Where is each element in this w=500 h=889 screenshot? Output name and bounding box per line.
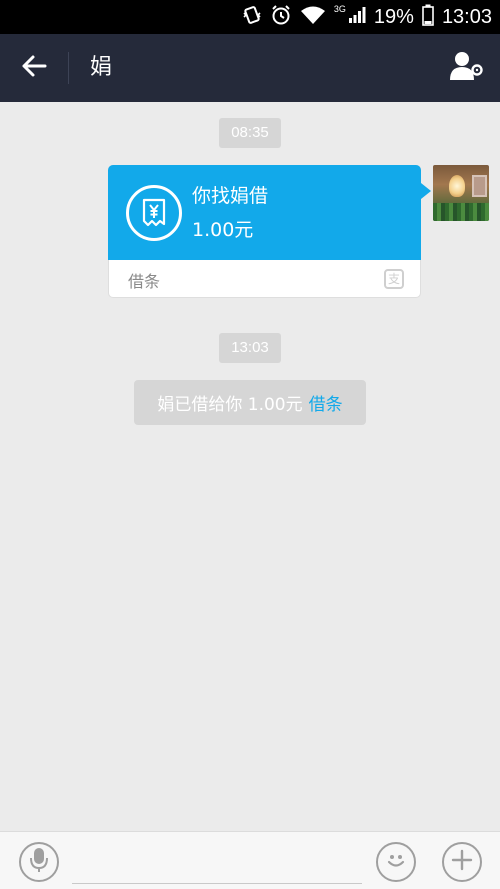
- system-message-text: 娟已借给你 1.00元: [157, 395, 303, 415]
- smiley-icon: [384, 848, 408, 876]
- alarm-icon: [270, 4, 292, 30]
- avatar-lamp: [449, 175, 465, 197]
- vibrate-icon: [242, 5, 262, 29]
- timestamp: 13:03: [219, 333, 281, 363]
- timestamp: 08:35: [219, 118, 281, 148]
- loan-card-title: 你找娟借: [192, 185, 269, 207]
- battery-icon: [422, 4, 434, 30]
- wifi-icon: [300, 5, 326, 29]
- chat-settings-button[interactable]: [446, 50, 486, 86]
- microphone-icon: [30, 847, 48, 877]
- bubble-arrow: [421, 183, 431, 199]
- loan-request-card[interactable]: 你找娟借 1.00元 借条 支: [108, 165, 431, 298]
- chat-title: 娟: [90, 55, 113, 80]
- status-time: 13:03: [441, 5, 492, 28]
- header-divider: [68, 52, 69, 84]
- signal-icon: [348, 6, 366, 28]
- loan-card-amount: 1.00元: [192, 219, 254, 241]
- chat-header: 娟: [0, 34, 500, 102]
- avatar[interactable]: [433, 165, 489, 221]
- status-bar: 3G 19% 13:03: [0, 0, 500, 34]
- receipt-yuan-icon: [126, 185, 182, 241]
- loan-card-header: 你找娟借 1.00元: [108, 165, 431, 260]
- arrow-left-icon: [21, 54, 47, 82]
- more-button[interactable]: [442, 842, 482, 882]
- avatar-frame: [472, 175, 487, 197]
- iou-link[interactable]: 借条: [309, 390, 343, 415]
- avatar-plants: [433, 203, 489, 221]
- network-type: 3G: [333, 4, 346, 14]
- plus-icon: [451, 849, 473, 875]
- input-bar: [0, 831, 500, 889]
- emoji-button[interactable]: [376, 842, 416, 882]
- system-message: 娟已借给你 1.00元 借条: [134, 380, 366, 425]
- battery-percent: 19%: [373, 5, 414, 28]
- person-settings-icon: [448, 50, 484, 86]
- message-input[interactable]: [72, 844, 362, 884]
- back-button[interactable]: [14, 52, 54, 84]
- status-icons: 3G 19% 13:03: [242, 0, 492, 34]
- alipay-icon: 支: [384, 269, 404, 289]
- loan-card-footer-label: 借条: [128, 272, 161, 291]
- voice-button[interactable]: [19, 842, 59, 882]
